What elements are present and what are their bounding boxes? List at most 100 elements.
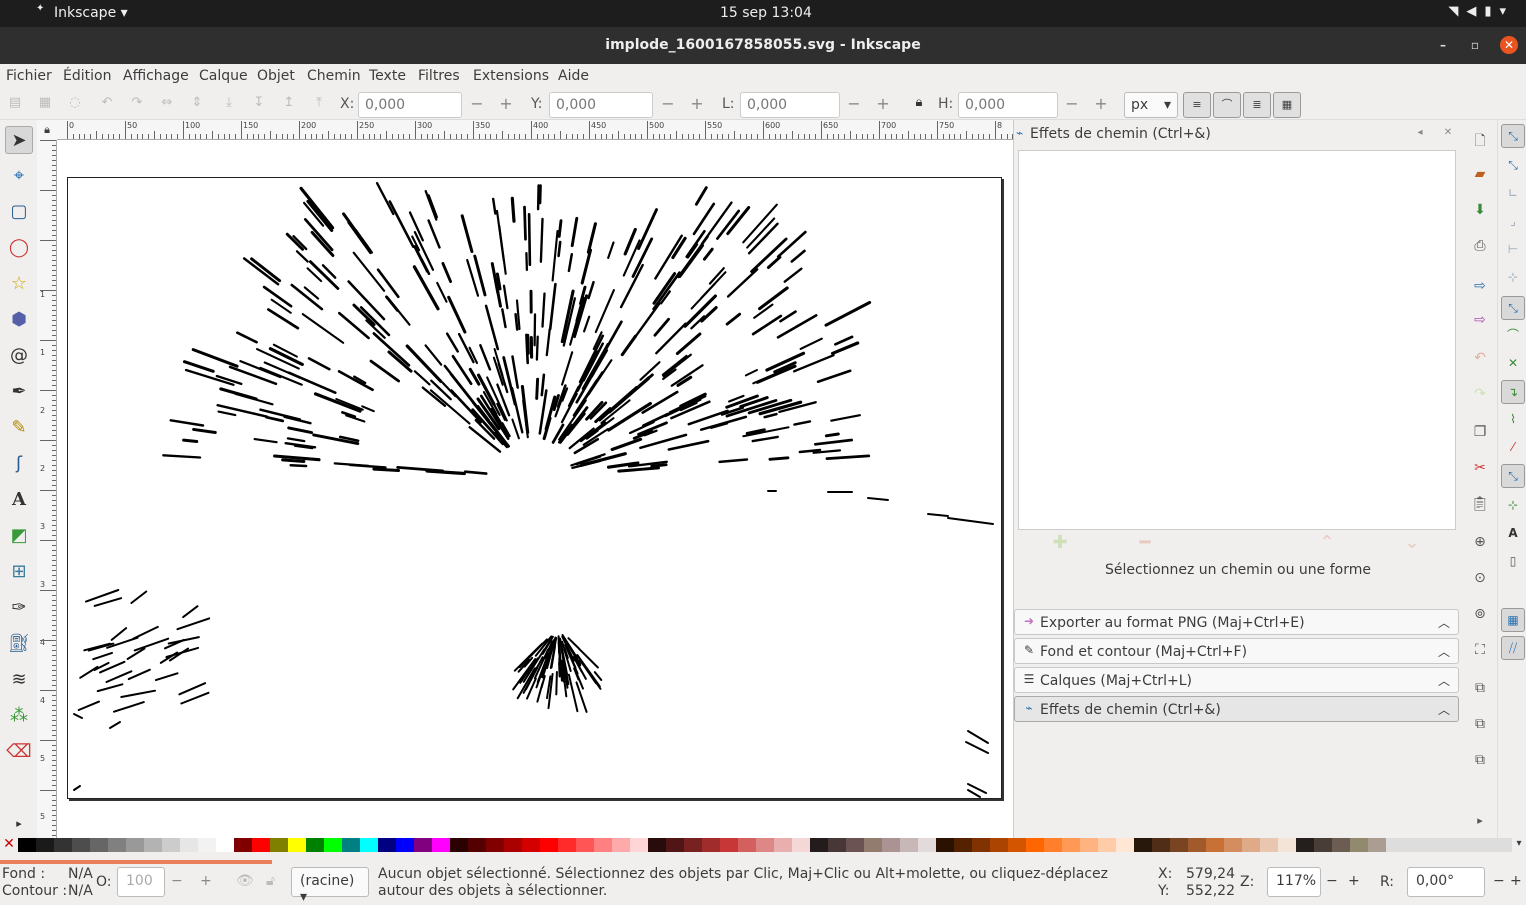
color-swatch[interactable]: [18, 838, 36, 852]
rotate-ccw-icon[interactable]: ↶: [98, 95, 116, 113]
raise-top-icon[interactable]: ⤒: [310, 95, 328, 113]
palette-scroll-icon[interactable]: ▾: [1512, 838, 1526, 852]
cut-icon[interactable]: ✂: [1469, 460, 1491, 482]
pen-tool-icon[interactable]: ✒: [5, 378, 33, 406]
flip-horizontal-icon[interactable]: ⇔: [158, 95, 176, 113]
unlink-clone-icon[interactable]: ⧉: [1469, 752, 1491, 774]
select-all-icon[interactable]: ▤: [6, 95, 24, 113]
dock-iconify-button[interactable]: ◂: [1414, 127, 1426, 139]
dropper-tool-icon[interactable]: ✑: [5, 594, 33, 622]
path-effect-list[interactable]: [1018, 150, 1456, 530]
implode-artwork[interactable]: [68, 178, 1003, 800]
layer-select[interactable]: (racine) ▾: [291, 867, 369, 897]
selector-tool-icon[interactable]: ➤: [5, 126, 33, 154]
menu-aide[interactable]: Aide: [558, 68, 589, 84]
color-swatch[interactable]: [198, 838, 216, 852]
duplicate-icon[interactable]: ⧉: [1469, 680, 1491, 702]
color-swatch[interactable]: [1170, 838, 1188, 852]
save-document-icon[interactable]: ⬇: [1469, 202, 1491, 224]
pencil-tool-icon[interactable]: ✎: [5, 414, 33, 442]
vertical-ruler[interactable]: 1122334455: [37, 140, 57, 838]
flip-vertical-icon[interactable]: ⇕: [188, 95, 206, 113]
text-tool-icon[interactable]: A: [5, 486, 33, 514]
color-swatch[interactable]: [288, 838, 306, 852]
clock[interactable]: 15 sep 13:04: [720, 5, 812, 21]
snap-text-baseline-icon[interactable]: A: [1501, 522, 1525, 546]
color-swatch[interactable]: [216, 838, 234, 852]
snap-others-icon[interactable]: ⤡: [1501, 464, 1525, 488]
color-swatch[interactable]: [612, 838, 630, 852]
fill-value[interactable]: N/A: [68, 866, 93, 882]
color-swatch[interactable]: [432, 838, 450, 852]
remove-effect-button[interactable]: ━: [1133, 532, 1157, 556]
color-swatch[interactable]: [180, 838, 198, 852]
zoom-page-icon[interactable]: ⊚: [1469, 606, 1491, 628]
color-swatch[interactable]: [252, 838, 270, 852]
new-document-icon[interactable]: 🗋: [1469, 130, 1491, 152]
clone-icon[interactable]: ⧉: [1469, 716, 1491, 738]
no-paint-swatch[interactable]: ✕: [0, 838, 18, 852]
rotation-increment[interactable]: +: [1510, 873, 1522, 889]
minimize-button[interactable]: –: [1434, 36, 1452, 54]
select-all-layers-icon[interactable]: ▦: [36, 95, 54, 113]
lock-layer-icon[interactable]: 🔓︎: [266, 873, 275, 889]
color-swatch[interactable]: [396, 838, 414, 852]
close-button[interactable]: ✕: [1500, 36, 1518, 54]
color-swatch[interactable]: [414, 838, 432, 852]
snap-paths-icon[interactable]: ⌒: [1501, 324, 1525, 348]
color-swatch[interactable]: [972, 838, 990, 852]
y-increment[interactable]: +: [683, 92, 711, 118]
undo-icon[interactable]: ↶: [1469, 350, 1491, 372]
paste-icon[interactable]: 📋︎: [1469, 496, 1491, 518]
color-palette[interactable]: ✕: [0, 838, 1526, 852]
color-swatch[interactable]: [522, 838, 540, 852]
snap-intersections-icon[interactable]: ✕: [1501, 352, 1525, 376]
lower-bottom-icon[interactable]: ⤓: [220, 95, 238, 113]
deselect-icon[interactable]: ◌: [66, 95, 84, 113]
color-swatch[interactable]: [594, 838, 612, 852]
color-swatch[interactable]: [306, 838, 324, 852]
menu-objet[interactable]: Objet: [257, 68, 295, 84]
rotation-field[interactable]: 0,00°: [1407, 867, 1485, 897]
x-decrement[interactable]: −: [463, 92, 491, 118]
gradient-tool-icon[interactable]: ◩: [5, 522, 33, 550]
move-up-effect-button[interactable]: ⌃: [1315, 532, 1339, 556]
snap-bbox-centers-icon[interactable]: ⊹: [1501, 266, 1525, 290]
color-swatch[interactable]: [576, 838, 594, 852]
add-effect-button[interactable]: ✚: [1048, 532, 1072, 556]
zoom-decrement[interactable]: −: [1326, 873, 1338, 889]
color-swatch[interactable]: [1134, 838, 1152, 852]
spiral-tool-icon[interactable]: @: [5, 342, 33, 370]
snap-object-centers-icon[interactable]: ⊹: [1501, 494, 1525, 518]
rotation-decrement[interactable]: −: [1493, 873, 1505, 889]
color-swatch[interactable]: [90, 838, 108, 852]
move-gradients-toggle[interactable]: ≣: [1243, 92, 1271, 118]
color-swatch[interactable]: [1026, 838, 1044, 852]
app-menu[interactable]: Inkscape ▾: [54, 5, 128, 21]
section-fill-stroke[interactable]: ✎ Fond et contour (Maj+Ctrl+F) ︿: [1014, 638, 1459, 664]
system-tray[interactable]: ◥◀▮▾: [1448, 4, 1514, 19]
menu-filtres[interactable]: Filtres: [418, 68, 460, 84]
snap-bbox-edges-icon[interactable]: ∟: [1501, 182, 1525, 206]
ellipse-tool-icon[interactable]: ◯: [5, 234, 33, 262]
zoom-field[interactable]: 117%: [1267, 867, 1321, 897]
height-field[interactable]: 0,000: [958, 92, 1058, 118]
color-swatch[interactable]: [504, 838, 522, 852]
color-swatch[interactable]: [72, 838, 90, 852]
color-swatch[interactable]: [648, 838, 666, 852]
import-icon[interactable]: ⇨: [1469, 278, 1491, 300]
color-swatch[interactable]: [324, 838, 342, 852]
move-patterns-toggle[interactable]: ▦: [1273, 92, 1301, 118]
color-swatch[interactable]: [918, 838, 936, 852]
color-swatch[interactable]: [738, 838, 756, 852]
mesh-tool-icon[interactable]: ⊞: [5, 558, 33, 586]
horizontal-ruler[interactable]: 0501001502002503003504004505005506006507…: [57, 120, 1013, 140]
spray-tool-icon[interactable]: ⁂: [5, 702, 33, 730]
snap-nodes-icon[interactable]: ⤡: [1501, 296, 1525, 320]
zoom-increment[interactable]: +: [1348, 873, 1360, 889]
color-swatch[interactable]: [900, 838, 918, 852]
stroke-value[interactable]: N/A: [68, 883, 93, 899]
color-swatch[interactable]: [720, 838, 738, 852]
color-swatch[interactable]: [990, 838, 1008, 852]
snap-cusp-nodes-icon[interactable]: ↴: [1501, 380, 1525, 404]
